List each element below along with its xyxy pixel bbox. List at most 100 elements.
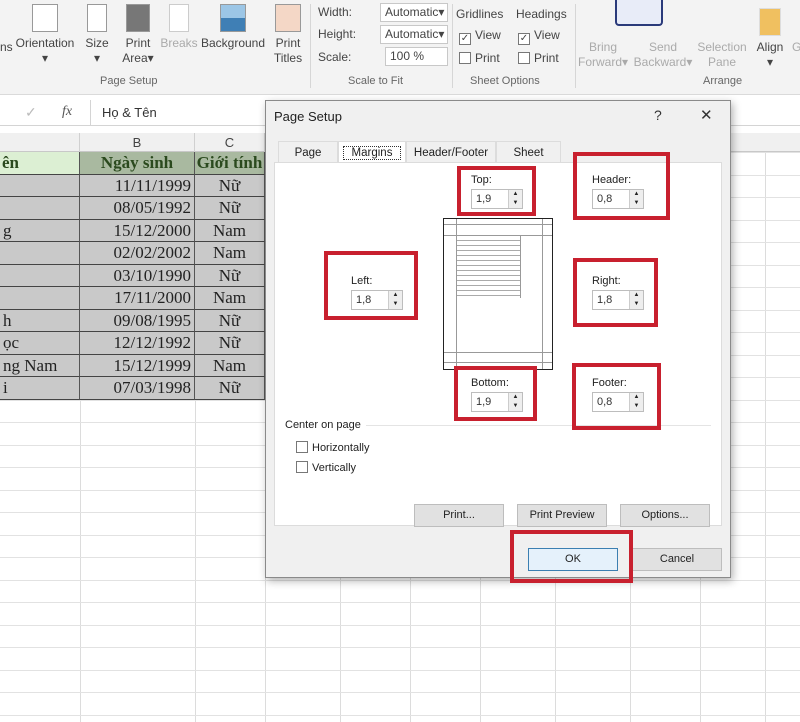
column-header-b[interactable]: B — [80, 133, 195, 152]
table-cell[interactable]: Nữ — [195, 264, 265, 287]
tab-sheet[interactable]: Sheet — [496, 141, 561, 163]
page-preview — [443, 218, 553, 370]
horizontally-checkbox[interactable]: Horizontally — [296, 441, 369, 454]
size-label: Size — [85, 36, 109, 50]
table-cell[interactable]: 09/08/1995 — [80, 309, 195, 332]
divider — [452, 4, 453, 88]
divider — [310, 4, 311, 88]
options-button[interactable]: Options... — [620, 504, 710, 527]
width-select[interactable]: Automatic▾ — [380, 3, 448, 22]
column-header-a[interactable] — [0, 133, 80, 152]
gridlines-print-checkbox[interactable]: Print — [459, 51, 500, 66]
headings-view-checkbox[interactable]: ✓ View — [518, 28, 560, 45]
gridline — [0, 669, 800, 671]
table-header-row: ên Ngày sinh Giới tính — [0, 152, 265, 175]
headings-label: Headings — [516, 7, 567, 21]
table-row: ng Nam 15/12/1999 Nam — [0, 354, 265, 377]
table-cell[interactable]: Nữ — [195, 197, 265, 220]
highlight-header — [573, 152, 670, 220]
table-row: 08/05/1992 Nữ — [0, 197, 265, 220]
table-cell[interactable]: h — [0, 309, 80, 332]
center-on-page-label: Center on page — [285, 419, 361, 431]
formula-input[interactable]: Họ & Tên — [102, 105, 157, 120]
background-button[interactable]: Background — [200, 4, 266, 51]
gridlines-view-checkbox[interactable]: ✓ View — [459, 28, 501, 45]
header-cell[interactable]: Giới tính — [195, 152, 265, 175]
gridline — [0, 602, 800, 603]
table-row: 02/02/2002 Nam — [0, 242, 265, 265]
column-header-c[interactable]: C — [195, 133, 265, 152]
tab-page[interactable]: Page — [278, 141, 338, 163]
table-cell[interactable]: 08/05/1992 — [80, 197, 195, 220]
highlight-footer — [572, 363, 661, 430]
breaks-button[interactable]: Breaks — [160, 4, 198, 51]
vertically-checkbox[interactable]: Vertically — [296, 461, 356, 474]
table-cell[interactable]: ọc — [0, 332, 80, 355]
table-row: i 07/03/1998 Nữ — [0, 377, 265, 400]
tab-margins[interactable]: Margins — [338, 141, 406, 164]
group-label-scale-to-fit: Scale to Fit — [348, 75, 404, 87]
width-label: Width: — [318, 5, 353, 19]
gridline — [0, 692, 800, 693]
table-cell[interactable]: i — [0, 377, 80, 400]
table-cell[interactable]: 02/02/2002 — [80, 242, 195, 265]
print-area-button[interactable]: Print Area▾ — [120, 4, 156, 66]
table-cell[interactable]: Nam — [195, 287, 265, 310]
insert-function-icon[interactable]: fx — [62, 104, 72, 120]
print-area-label-2: Area — [122, 51, 148, 65]
send-backward-button[interactable]: Send Backward▾ — [632, 40, 694, 70]
table-cell[interactable]: 17/11/2000 — [80, 287, 195, 310]
cancel-button[interactable]: Cancel — [632, 548, 722, 571]
header-cell[interactable]: ên — [0, 152, 80, 175]
print-button[interactable]: Print... — [414, 504, 504, 527]
checkmark-icon: ✓ — [459, 33, 471, 45]
breaks-icon — [169, 4, 189, 32]
table-cell[interactable]: 15/12/2000 — [80, 219, 195, 242]
table-cell[interactable] — [0, 242, 80, 265]
enter-check-icon[interactable]: ✓ — [25, 104, 37, 121]
size-icon — [87, 4, 107, 32]
orientation-button[interactable]: Orientation ▾ — [14, 4, 76, 66]
table-cell[interactable]: 03/10/1990 — [80, 264, 195, 287]
header-cell[interactable]: Ngày sinh — [80, 152, 195, 175]
table-cell[interactable] — [0, 197, 80, 220]
height-select[interactable]: Automatic▾ — [380, 25, 448, 44]
table-cell[interactable]: Nam — [195, 242, 265, 265]
selection-pane-button[interactable]: Selection Pane — [696, 40, 748, 70]
align-button[interactable]: Align ▾ — [754, 8, 786, 70]
help-button[interactable]: ? — [654, 107, 662, 123]
ribbon: ns Orientation ▾ Size ▾ Print Area▾ Breaks … — [0, 0, 800, 95]
table-cell[interactable]: 11/11/1999 — [80, 174, 195, 197]
table-cell[interactable] — [0, 264, 80, 287]
table-cell[interactable] — [0, 174, 80, 197]
align-icon — [759, 8, 781, 36]
table-cell[interactable]: Nữ — [195, 174, 265, 197]
table-cell[interactable]: ng Nam — [0, 354, 80, 377]
print-titles-button[interactable]: Print Titles — [270, 4, 306, 66]
group-button-partial[interactable]: G — [792, 40, 800, 55]
close-button[interactable]: ✕ — [700, 106, 713, 124]
table-cell[interactable]: Nữ — [195, 309, 265, 332]
table-cell[interactable]: 07/03/1998 — [80, 377, 195, 400]
table-cell[interactable]: Nam — [195, 219, 265, 242]
table-cell[interactable]: Nam — [195, 354, 265, 377]
table-cell[interactable]: 15/12/1999 — [80, 354, 195, 377]
bring-forward-button[interactable]: Bring Forward▾ — [578, 40, 628, 70]
scale-spinner[interactable]: 100 % — [385, 47, 448, 66]
group-label-arrange: Arrange — [703, 75, 743, 87]
print-titles-icon — [275, 4, 301, 32]
size-button[interactable]: Size ▾ — [82, 4, 112, 66]
print-area-label: Print — [125, 36, 151, 50]
watermark-logo — [615, 0, 663, 26]
table-cell[interactable]: Nữ — [195, 332, 265, 355]
headings-print-checkbox[interactable]: Print — [518, 51, 559, 66]
print-preview-button[interactable]: Print Preview — [517, 504, 607, 527]
table-row: g 15/12/2000 Nam — [0, 219, 265, 242]
table-cell[interactable]: Nữ — [195, 377, 265, 400]
tab-header-footer[interactable]: Header/Footer — [406, 141, 496, 163]
table-cell[interactable]: 12/12/1992 — [80, 332, 195, 355]
table-cell[interactable] — [0, 287, 80, 310]
table-cell[interactable]: g — [0, 219, 80, 242]
divider — [575, 4, 576, 88]
margins-button-partial[interactable]: ns — [0, 40, 13, 55]
